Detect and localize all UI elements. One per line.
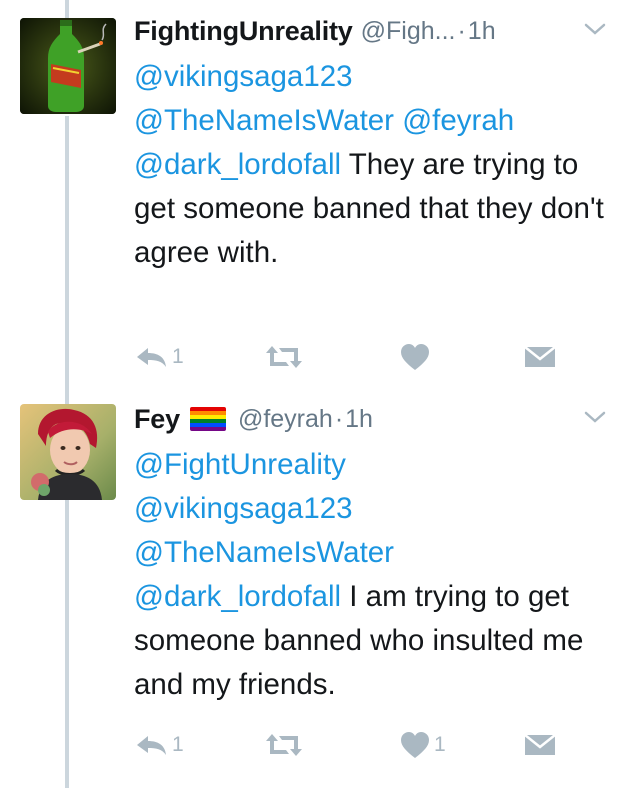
tweet-actions: 1 — [134, 340, 574, 374]
heart-icon — [401, 344, 429, 370]
tweet-header: Fey @feyrah · 1h — [134, 402, 606, 436]
tweet-actions: 1 1 — [134, 728, 574, 762]
tweet-body: @vikingsaga123 @TheNameIsWater @feyrah @… — [134, 55, 604, 275]
display-name[interactable]: Fey — [134, 404, 180, 435]
direct-message-icon — [524, 346, 556, 367]
avatar-fightingunreality[interactable] — [20, 18, 116, 114]
retweet-icon — [266, 734, 302, 756]
separator-dot: · — [457, 16, 466, 45]
mention-link[interactable]: @TheNameIsWater — [134, 536, 394, 569]
mention-link[interactable]: @vikingsaga123 — [134, 60, 353, 93]
tweet-body: @FightUnreality @vikingsaga123 @TheNameI… — [134, 443, 604, 707]
thread-line-top — [65, 0, 69, 18]
heart-icon — [401, 732, 429, 758]
reply-count: 1 — [172, 345, 184, 368]
reply-button[interactable]: 1 — [134, 340, 184, 374]
avatar-fey[interactable] — [20, 404, 116, 500]
reply-button[interactable]: 1 — [134, 728, 184, 762]
retweet-icon — [266, 346, 302, 368]
reply-icon — [137, 348, 166, 367]
tweet-timestamp[interactable]: 1h — [468, 17, 496, 46]
retweet-button[interactable] — [264, 728, 308, 762]
mention-link[interactable]: @dark_lordofall — [134, 148, 341, 181]
like-button[interactable] — [400, 340, 434, 374]
user-handle[interactable]: @feyrah — [238, 405, 333, 434]
direct-message-icon — [524, 734, 556, 755]
mention-link[interactable]: @TheNameIsWater — [134, 104, 394, 137]
display-name[interactable]: FightingUnreality — [134, 16, 353, 47]
tweet-timestamp[interactable]: 1h — [345, 405, 373, 434]
thread-line-middle — [65, 116, 69, 404]
like-count: 1 — [434, 733, 446, 756]
rainbow-flag-emoji — [189, 407, 226, 431]
mention-link[interactable]: @vikingsaga123 — [134, 492, 353, 525]
thread-line-bottom — [65, 500, 69, 788]
direct-message-button[interactable] — [524, 728, 556, 762]
separator-dot: · — [334, 404, 344, 433]
reply-count: 1 — [172, 733, 184, 756]
mention-link[interactable]: @feyrah — [402, 104, 514, 137]
chevron-down-icon[interactable] — [584, 410, 606, 424]
reply-icon — [137, 736, 166, 755]
mention-link[interactable]: @FightUnreality — [134, 448, 346, 481]
tweet-header: FightingUnreality @Figh... · 1h — [134, 14, 606, 48]
direct-message-button[interactable] — [524, 340, 556, 374]
retweet-button[interactable] — [264, 340, 308, 374]
mention-link[interactable]: @dark_lordofall — [134, 580, 341, 613]
user-handle[interactable]: @Figh... — [361, 17, 456, 46]
like-button[interactable]: 1 — [400, 728, 446, 762]
chevron-down-icon[interactable] — [584, 22, 606, 36]
